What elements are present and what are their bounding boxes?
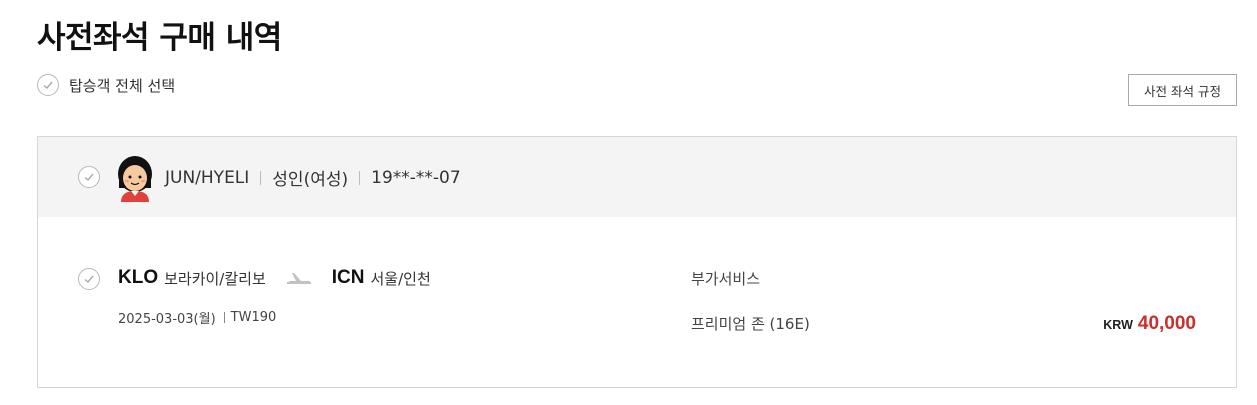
arrival-city: 서울/인천 bbox=[370, 269, 431, 288]
price-amount: 40,000 bbox=[1137, 313, 1196, 334]
passenger-birth: 19**-**-07 bbox=[371, 167, 461, 188]
service-detail: 프리미엄 존 (16E) bbox=[691, 315, 810, 333]
select-all-passengers[interactable]: 탑승객 전체 선택 bbox=[37, 74, 175, 96]
flight-meta: 2025-03-03(월) TW190 bbox=[118, 308, 276, 327]
flight-number: TW190 bbox=[230, 310, 277, 325]
departure-city: 보라카이/칼리보 bbox=[164, 269, 266, 288]
flight-date: 2025-03-03(월) bbox=[118, 312, 216, 327]
divider bbox=[359, 170, 361, 185]
arrival-code: ICN bbox=[331, 267, 365, 288]
price-currency: KRW bbox=[1103, 318, 1133, 332]
divider bbox=[223, 312, 225, 323]
select-all-label: 탑승객 전체 선택 bbox=[69, 76, 176, 95]
check-circle-icon[interactable] bbox=[37, 74, 59, 96]
flight-route: KLO 보라카이/칼리보 ICN 서울/인천 bbox=[118, 267, 431, 289]
passenger-row: JUN/HYELI 성인(여성) 19**-**-07 bbox=[38, 137, 1236, 217]
departure-code: KLO bbox=[118, 267, 159, 288]
service-type: 부가서비스 bbox=[691, 270, 761, 288]
check-circle-icon[interactable] bbox=[78, 166, 100, 188]
check-circle-icon[interactable] bbox=[78, 268, 100, 290]
passenger-name: JUN/HYELI bbox=[165, 167, 250, 188]
seat-rules-button[interactable]: 사전 좌석 규정 bbox=[1128, 74, 1237, 106]
passenger-type: 성인(여성) bbox=[272, 170, 349, 190]
page-title: 사전좌석 구매 내역 bbox=[37, 20, 282, 56]
divider bbox=[260, 170, 262, 185]
purchase-card: JUN/HYELI 성인(여성) 19**-**-07 KLO 보라카이/칼리보… bbox=[37, 136, 1237, 388]
airplane-icon bbox=[286, 273, 311, 284]
price: KRW 40,000 bbox=[1103, 313, 1196, 335]
passenger-avatar-icon bbox=[118, 156, 152, 202]
passenger-info: JUN/HYELI 성인(여성) 19**-**-07 bbox=[165, 165, 461, 191]
